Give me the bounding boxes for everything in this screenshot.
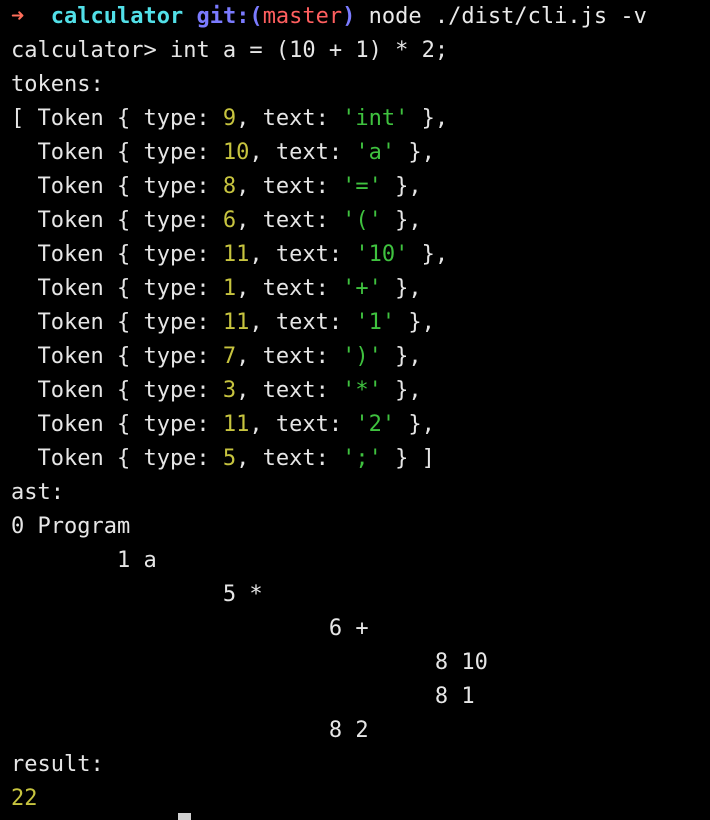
token-type: 5: [222, 446, 237, 471]
token-line: Token { type: 6, text: '(' },: [11, 208, 422, 233]
token-text: 'a': [355, 140, 396, 165]
token-type: 11: [222, 310, 250, 335]
token-text: '+': [342, 276, 382, 301]
tokens-label: tokens:: [11, 72, 104, 97]
ast-node-text: 0 Program: [11, 514, 131, 539]
token-text: ';': [342, 446, 382, 471]
token-list: [ Token { type: 9, text: 'int' }, Token …: [11, 102, 710, 476]
ast-label: ast:: [11, 480, 64, 505]
token-line: Token { type: 7, text: ')' },: [11, 344, 422, 369]
token-type: 10: [222, 140, 250, 165]
terminal-window[interactable]: ➜ calculator git:(master) node ./dist/cl…: [0, 0, 710, 820]
repl-input-line: calculator> int a = (10 + 1) * 2;: [11, 34, 710, 68]
token-line: Token { type: 10, text: 'a' },: [11, 140, 435, 165]
ast-node-text: 5 *: [222, 582, 263, 607]
result-value: 22: [11, 786, 38, 811]
repl-input: int a = (10 + 1) * 2;: [169, 38, 449, 63]
token-type: 9: [222, 106, 237, 131]
prompt-directory: calculator: [50, 4, 184, 29]
token-line: Token { type: 11, text: '2' },: [11, 412, 435, 437]
token-text: '(': [342, 208, 382, 233]
ast-node-text: 8 2: [328, 718, 369, 743]
ast-node-text: 1 a: [116, 548, 157, 573]
shell-prompt-line: ➜ calculator git:(master) node ./dist/cl…: [11, 0, 710, 34]
terminal-cursor: [178, 813, 191, 820]
shell-command: node ./dist/cli.js -v: [368, 4, 647, 29]
token-line: Token { type: 11, text: '1' },: [11, 310, 435, 335]
token-text: ')': [342, 344, 382, 369]
token-line: [ Token { type: 9, text: 'int' },: [11, 106, 449, 131]
ast-tree: 0 Program 1 a 5 * 6 + 8 10 8 1 8 2: [11, 510, 710, 748]
result-label: result:: [11, 752, 104, 777]
git-prefix: git:(: [196, 4, 263, 29]
token-line: Token { type: 11, text: '10' },: [11, 242, 449, 267]
token-type: 3: [222, 378, 237, 403]
token-type: 11: [222, 242, 250, 267]
token-text: '1': [355, 310, 396, 335]
token-text: '*': [342, 378, 382, 403]
token-text: '2': [355, 412, 396, 437]
ast-node: 8 2: [11, 714, 710, 748]
token-line: Token { type: 1, text: '+' },: [11, 276, 422, 301]
token-type: 6: [222, 208, 237, 233]
token-type: 8: [222, 174, 237, 199]
ast-node: 1 a: [11, 544, 710, 578]
ast-node-text: 8 1: [434, 684, 475, 709]
token-line: Token { type: 5, text: ';' } ]: [11, 446, 435, 471]
token-type: 1: [222, 276, 237, 301]
ast-node-text: 8 10: [434, 650, 488, 675]
token-text: 'int': [342, 106, 409, 131]
token-type: 7: [222, 344, 237, 369]
git-suffix: ): [342, 4, 356, 29]
git-branch: master: [262, 4, 343, 29]
ast-node: 8 1: [11, 680, 710, 714]
token-line: Token { type: 8, text: '=' },: [11, 174, 422, 199]
ast-node: 0 Program: [11, 510, 710, 544]
ast-node: 6 +: [11, 612, 710, 646]
ast-node: 5 *: [11, 578, 710, 612]
token-type: 11: [222, 412, 250, 437]
ast-node-text: 6 +: [328, 616, 369, 641]
repl-prompt: calculator>: [11, 38, 157, 63]
token-text: '=': [342, 174, 382, 199]
token-text: '10': [355, 242, 409, 267]
prompt-arrow-icon: ➜: [11, 4, 25, 29]
token-line: Token { type: 3, text: '*' },: [11, 378, 422, 403]
ast-node: 8 10: [11, 646, 710, 680]
